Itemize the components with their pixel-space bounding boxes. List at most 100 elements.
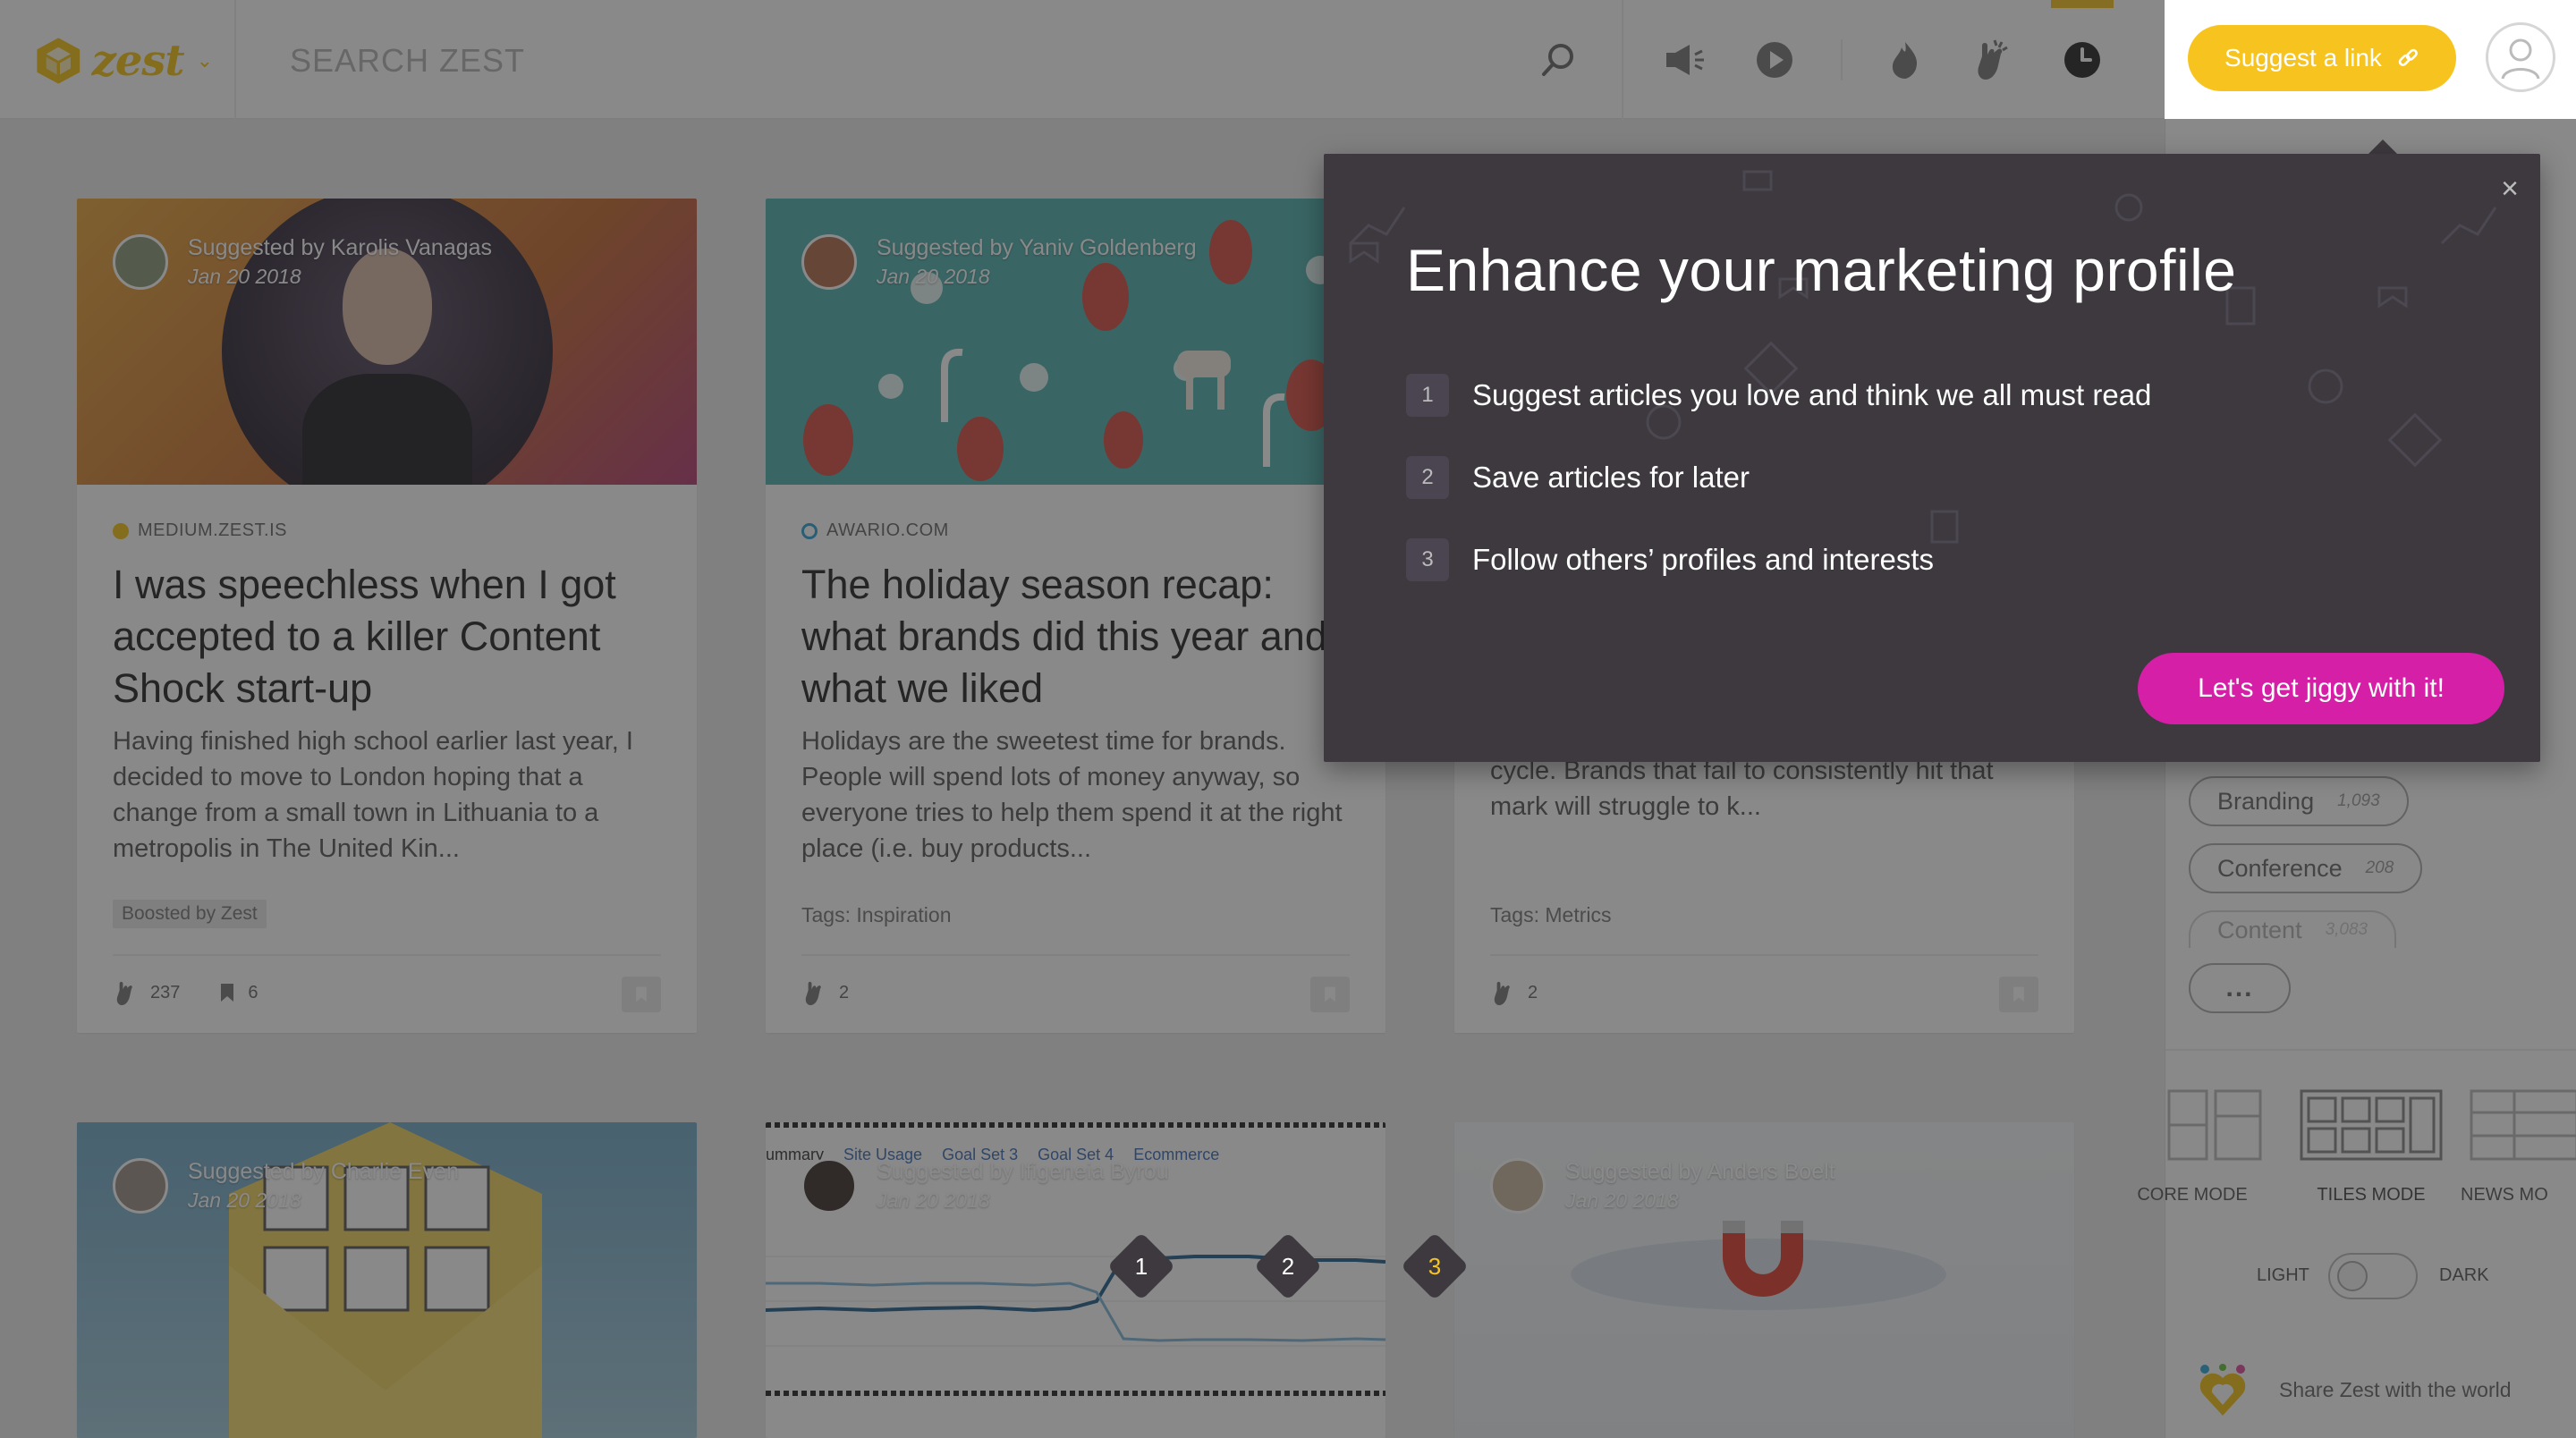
get-started-button[interactable]: Let's get jiggy with it! [2138, 653, 2504, 724]
active-tab-indicator [2051, 0, 2114, 8]
article-image: Suggested by Karolis Vanagas Jan 20 2018 [77, 199, 697, 485]
article-image: Suggested by Charlie Even Jan 20 2018 [77, 1122, 697, 1438]
article-card[interactable]: Suggested by Karolis Vanagas Jan 20 2018… [77, 199, 697, 1033]
tag-label: Conference [2217, 854, 2343, 882]
divider [1490, 954, 2038, 956]
walkthrough-step-2[interactable]: 2 [1253, 1231, 1323, 1301]
source-domain[interactable]: MEDIUM.ZEST.IS [113, 520, 661, 541]
save-button[interactable] [1310, 977, 1350, 1012]
tags-line: Tags: Inspiration [801, 903, 952, 927]
core-mode-icon[interactable] [2165, 1089, 2264, 1161]
suggester-name: Suggested by Charlie Even [188, 1159, 459, 1184]
clap-icon[interactable] [1490, 978, 1515, 1007]
tags-prefix: Tags: [801, 903, 851, 926]
article-card[interactable]: Suggested by Yaniv Goldenberg Jan 20 201… [766, 199, 1385, 1033]
card-footer: 237 6 [113, 978, 661, 1007]
search-icon[interactable] [1531, 33, 1585, 87]
suggested-by[interactable]: Suggested by Charlie Even Jan 20 2018 [113, 1158, 459, 1214]
awario-source-icon [801, 522, 818, 539]
suggested-by[interactable]: Suggested by Yaniv Goldenberg Jan 20 201… [801, 234, 1197, 290]
tag-count: 3,083 [2325, 920, 2368, 939]
clap-icon[interactable] [801, 978, 826, 1007]
share-zest-link[interactable]: Share Zest with the world [2279, 1378, 2512, 1402]
suggester-name: Suggested by Yaniv Goldenberg [877, 235, 1197, 260]
avatar [1490, 1158, 1546, 1214]
user-avatar[interactable] [2486, 22, 2555, 92]
search-input[interactable] [288, 38, 1004, 84]
spotlight-area: Suggest a link [2165, 0, 2576, 119]
divider [2165, 1049, 2576, 1051]
avatar [801, 234, 857, 290]
tiles-mode-label[interactable]: TILES MODE [2291, 1185, 2452, 1205]
post-date: Jan 20 2018 [877, 265, 990, 288]
tag-link[interactable]: Metrics [1545, 903, 1611, 926]
popup-title: Enhance your marketing profile [1406, 237, 2237, 303]
logo-wordmark: zest [91, 36, 185, 86]
source-domain[interactable]: AWARIO.COM [801, 520, 1350, 541]
walkthrough-step-3[interactable]: 3 [1400, 1231, 1470, 1301]
tag-pill-conference[interactable]: Conference 208 [2189, 843, 2423, 893]
step-text: Suggest articles you love and think we a… [1472, 378, 2152, 411]
news-mode-icon[interactable] [2470, 1089, 2576, 1161]
save-button[interactable] [622, 977, 661, 1012]
article-title[interactable]: I was speechless when I got accepted to … [113, 559, 661, 715]
suggested-by[interactable]: Suggested by Karolis Vanagas Jan 20 2018 [113, 234, 492, 290]
tag-pill-branding[interactable]: Branding 1,093 [2189, 776, 2409, 826]
card-footer: 2 [801, 978, 1350, 1007]
article-excerpt: Having finished high school earlier last… [113, 727, 633, 863]
theme-toggle[interactable] [2328, 1253, 2418, 1299]
bookmark-icon [1325, 986, 1335, 1002]
close-icon[interactable]: × [2501, 172, 2519, 207]
article-excerpt: cycle. Brands that fail to consistently … [1490, 757, 1994, 821]
divider [801, 954, 1350, 956]
divider [234, 0, 236, 119]
flame-icon[interactable] [1878, 33, 1932, 87]
post-date: Jan 20 2018 [188, 265, 301, 288]
suggested-by[interactable]: Suggested by Ifigeneia Byrou Jan 20 2018 [801, 1158, 1169, 1214]
step-text: Save articles for later [1472, 461, 1750, 494]
suggest-link-button[interactable]: Suggest a link [2188, 25, 2456, 91]
bookmark-icon[interactable] [219, 982, 235, 1003]
tag-count: 208 [2365, 859, 2394, 877]
article-card[interactable]: Suggested by Anders Boelt Jan 20 2018 [1454, 1122, 2074, 1438]
theme-light-label: LIGHT [2257, 1265, 2309, 1285]
step-number: 3 [1406, 538, 1449, 581]
suggested-by[interactable]: Suggested by Anders Boelt Jan 20 2018 [1490, 1158, 1835, 1214]
divider [1622, 0, 1623, 119]
core-mode-label[interactable]: CORE MODE [2112, 1185, 2273, 1205]
tags-prefix: Tags: [1490, 903, 1539, 926]
link-icon [2398, 48, 2418, 66]
save-button[interactable] [1999, 977, 2038, 1012]
megaphone-icon[interactable] [1658, 33, 1712, 87]
medium-source-icon [113, 522, 129, 539]
post-date: Jan 20 2018 [1565, 1188, 1679, 1212]
more-tags-button[interactable]: ... [2189, 963, 2291, 1013]
walkthrough-step-1[interactable]: 1 [1106, 1231, 1176, 1301]
tag-count: 1,093 [2337, 791, 2380, 810]
divider [1841, 39, 1843, 80]
step-number: 1 [1406, 374, 1449, 417]
zest-logo[interactable]: zest ⌄ [34, 32, 213, 89]
tiles-mode-icon[interactable] [2300, 1089, 2443, 1161]
play-icon[interactable] [1748, 33, 1801, 87]
suggest-link-label: Suggest a link [2224, 44, 2382, 72]
clock-icon[interactable] [2055, 33, 2109, 87]
article-image: Suggested by Anders Boelt Jan 20 2018 [1454, 1122, 2074, 1438]
share-hearts-icon [2199, 1364, 2246, 1416]
tag-pill-content[interactable]: Content 3,083 [2189, 910, 2397, 948]
theme-dark-label: DARK [2439, 1265, 2489, 1285]
tag-link[interactable]: Inspiration [856, 903, 951, 926]
chevron-down-icon[interactable]: ⌄ [197, 49, 213, 72]
avatar [113, 234, 168, 290]
step-text: Follow others’ profiles and interests [1472, 543, 1935, 576]
article-card[interactable]: Suggested by Charlie Even Jan 20 2018 [77, 1122, 697, 1438]
clap-icon[interactable] [113, 978, 138, 1007]
clap-icon[interactable] [1964, 33, 2018, 87]
news-mode-label[interactable]: NEWS MO [2461, 1185, 2576, 1205]
bookmark-icon [636, 986, 647, 1002]
article-image: Suggested by Yaniv Goldenberg Jan 20 201… [766, 199, 1385, 485]
clap-count: 2 [1528, 982, 1538, 1002]
article-title[interactable]: The holiday season recap: what brands di… [801, 559, 1350, 715]
tag-label: Content [2217, 916, 2302, 943]
suggester-name: Suggested by Ifigeneia Byrou [877, 1159, 1169, 1184]
